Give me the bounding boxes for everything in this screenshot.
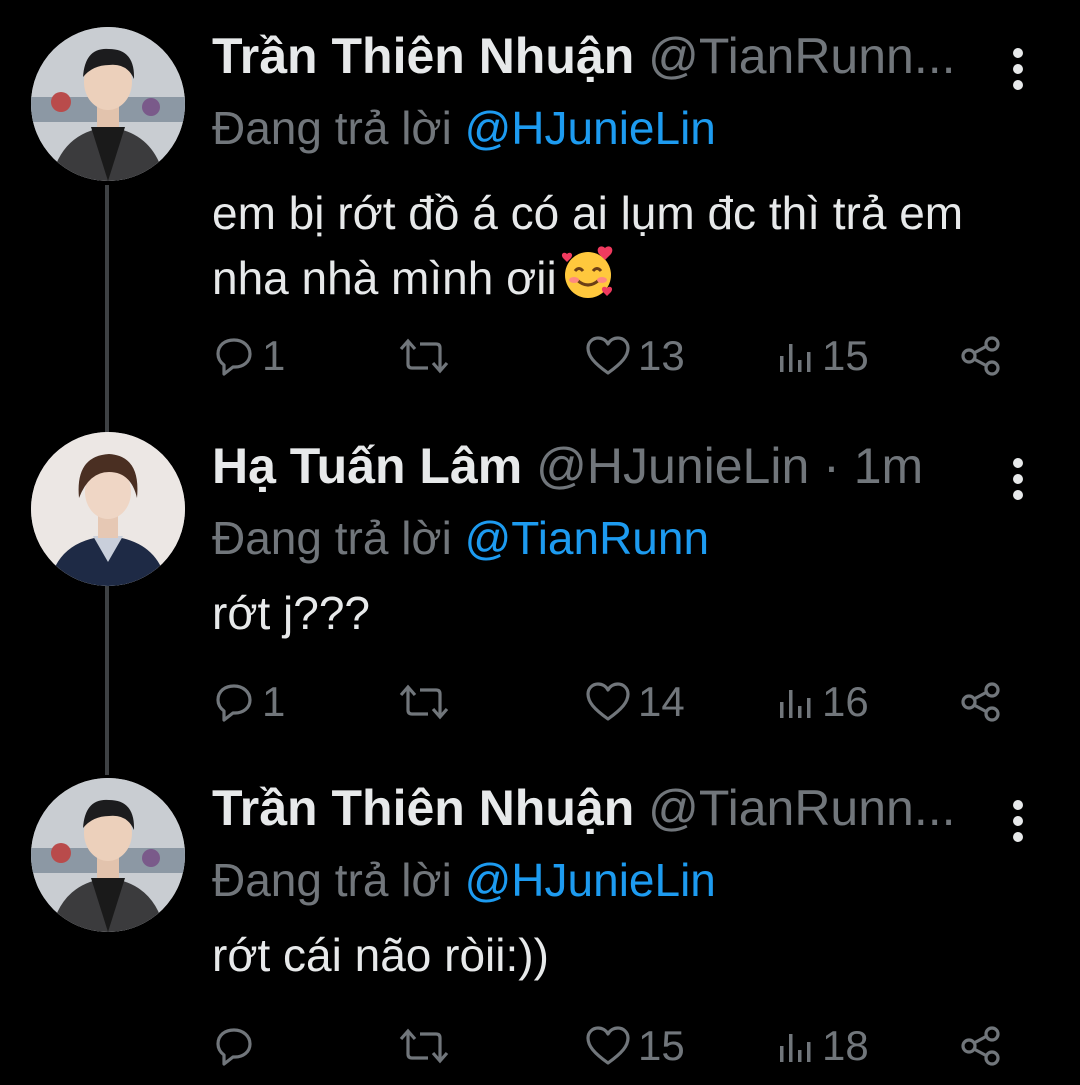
tweet-actions: 1 14 16 <box>212 672 1012 732</box>
view-count: 18 <box>822 1022 869 1069</box>
replying-to-label: Đang trả lời <box>212 854 452 906</box>
retweet-icon <box>399 684 449 720</box>
avatar-image <box>31 27 185 181</box>
avatar[interactable] <box>31 432 185 586</box>
like-button[interactable]: 13 <box>584 326 685 386</box>
heart-icon <box>586 336 630 375</box>
reply-count: 1 <box>262 332 286 379</box>
smiling-face-with-hearts-icon <box>559 244 617 317</box>
avatar-image <box>31 778 185 932</box>
replying-to: Đang trả lời @HJunieLin <box>212 848 716 912</box>
share-button[interactable] <box>958 326 1004 386</box>
more-vertical-icon <box>1013 458 1023 500</box>
retweet-icon <box>399 1028 449 1064</box>
replying-to: Đang trả lời @HJunieLin <box>212 96 716 160</box>
views-icon <box>780 1034 811 1062</box>
reply-icon <box>216 338 252 376</box>
timestamp[interactable]: 1m <box>854 438 923 494</box>
replying-to: Đang trả lời @TianRunn <box>212 506 709 570</box>
replying-to-label: Đang trả lời <box>212 102 452 154</box>
user-handle[interactable]: @HJunieLin <box>536 438 809 494</box>
retweet-button[interactable] <box>398 326 456 386</box>
more-options-button[interactable] <box>1006 46 1030 92</box>
mention-link[interactable]: @HJunieLin <box>465 854 716 906</box>
mention-link[interactable]: @HJunieLin <box>465 102 716 154</box>
like-button[interactable]: 15 <box>584 1016 685 1076</box>
view-count: 15 <box>822 332 869 379</box>
like-button[interactable]: 14 <box>584 672 685 732</box>
display-name[interactable]: Hạ Tuấn Lâm <box>212 438 522 494</box>
retweet-icon <box>399 338 449 374</box>
mention-link[interactable]: @TianRunn <box>465 512 709 564</box>
tweet-header: Trần Thiên Nhuận @TianRunn... <box>212 24 992 88</box>
tweet-2[interactable]: Hạ Tuấn Lâm @HJunieLin · 1m Đang trả lời… <box>0 420 1080 750</box>
share-icon <box>961 1026 1000 1066</box>
display-name[interactable]: Trần Thiên Nhuận <box>212 780 634 836</box>
tweet-header: Trần Thiên Nhuận @TianRunn... <box>212 776 992 840</box>
like-count: 15 <box>638 1022 685 1069</box>
tweet-header: Hạ Tuấn Lâm @HJunieLin · 1m <box>212 434 992 498</box>
reply-icon <box>216 1028 252 1066</box>
retweet-button[interactable] <box>398 672 456 732</box>
view-count: 16 <box>822 678 869 725</box>
views-button[interactable]: 18 <box>776 1016 869 1076</box>
tweet-actions: 15 18 <box>212 1016 1012 1076</box>
avatar-image <box>31 432 185 586</box>
tweet-3[interactable]: Trần Thiên Nhuận @TianRunn... Đang trả l… <box>0 762 1080 1082</box>
heart-icon <box>586 1026 630 1065</box>
tweet-text-content: rớt cái não ròii:)) <box>212 929 549 981</box>
views-icon <box>780 344 811 372</box>
reply-button[interactable]: 1 <box>212 672 285 732</box>
like-count: 13 <box>638 332 685 379</box>
avatar[interactable] <box>31 27 185 181</box>
share-button[interactable] <box>958 672 1004 732</box>
share-icon <box>961 336 1000 376</box>
share-icon <box>961 682 1000 722</box>
reply-count: 1 <box>262 678 286 725</box>
tweet-text-content: rớt j??? <box>212 587 371 639</box>
views-icon <box>780 690 811 718</box>
reply-icon <box>216 684 252 722</box>
retweet-button[interactable] <box>398 1016 456 1076</box>
heart-icon <box>586 682 630 721</box>
like-count: 14 <box>638 678 685 725</box>
reply-button[interactable] <box>212 1016 262 1076</box>
reply-button[interactable]: 1 <box>212 326 285 386</box>
user-handle[interactable]: @TianRunn... <box>648 28 955 84</box>
views-button[interactable]: 15 <box>776 326 869 386</box>
display-name[interactable]: Trần Thiên Nhuận <box>212 28 634 84</box>
avatar[interactable] <box>31 778 185 932</box>
tweet-actions: 1 13 15 <box>212 326 1012 386</box>
tweet-text: em bị rớt đồ á có ai lụm đc thì trả em n… <box>212 182 1032 317</box>
replying-to-label: Đang trả lời <box>212 512 452 564</box>
more-options-button[interactable] <box>1006 798 1030 844</box>
more-vertical-icon <box>1013 800 1023 842</box>
views-button[interactable]: 16 <box>776 672 869 732</box>
more-vertical-icon <box>1013 48 1023 90</box>
share-button[interactable] <box>958 1016 1004 1076</box>
tweet-text: rớt cái não ròii:)) <box>212 924 1032 986</box>
separator-dot: · <box>809 438 854 494</box>
tweet-1[interactable]: Trần Thiên Nhuận @TianRunn... Đang trả l… <box>0 10 1080 390</box>
more-options-button[interactable] <box>1006 456 1030 502</box>
tweet-text: rớt j??? <box>212 582 1032 644</box>
user-handle[interactable]: @TianRunn... <box>648 780 955 836</box>
